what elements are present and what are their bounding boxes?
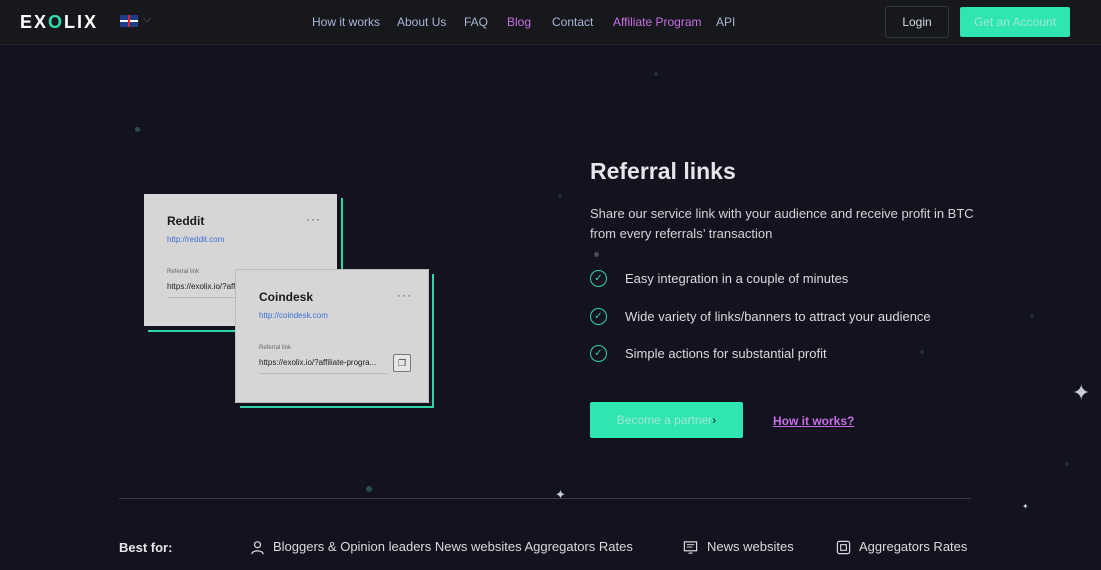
decor-dot xyxy=(594,252,599,257)
divider xyxy=(259,373,387,374)
header: EXOLIX ⌵ How it works About Us FAQ Blog … xyxy=(0,0,1101,45)
get-account-button[interactable]: Get an Account xyxy=(960,7,1070,37)
decor-dot xyxy=(654,72,658,76)
uk-flag-icon[interactable] xyxy=(120,15,138,27)
nav-api[interactable]: API xyxy=(716,15,735,29)
description: Share our service link with your audienc… xyxy=(590,206,974,241)
section-divider xyxy=(119,498,971,499)
how-it-works-link[interactable]: How it works? xyxy=(773,414,854,428)
referral-link: https://exolix.io/?affiliate-progra... xyxy=(259,358,377,367)
nav-affiliate-program[interactable]: Affiliate Program xyxy=(613,15,701,29)
card-url[interactable]: http://coindesk.com xyxy=(259,311,328,320)
chevron-right-icon: › xyxy=(712,413,717,427)
decor-dot xyxy=(1065,462,1069,466)
decor-dot xyxy=(366,486,372,492)
more-icon[interactable]: ··· xyxy=(306,212,321,226)
best-for-item[interactable]: Aggregators Rates xyxy=(859,539,967,554)
best-for-item[interactable]: Bloggers & Opinion leaders News websites… xyxy=(273,539,633,554)
card-title: Coindesk xyxy=(259,290,314,304)
feature-text: Easy integration in a couple of minutes xyxy=(625,271,849,286)
nav-about-us[interactable]: About Us xyxy=(397,15,446,29)
referral-card-coindesk: Coindesk ··· http://coindesk.com Referra… xyxy=(236,270,428,402)
aggregator-icon xyxy=(836,540,851,555)
check-circle-icon: ✓ xyxy=(590,308,607,325)
logo[interactable]: EXOLIX xyxy=(20,12,98,33)
referral-label: Referral link xyxy=(167,269,200,275)
check-circle-icon: ✓ xyxy=(590,270,607,287)
feature-text: Wide variety of links/banners to attract… xyxy=(625,309,931,324)
decor-dot xyxy=(920,350,924,354)
more-icon[interactable]: ··· xyxy=(397,288,412,302)
referral-link: https://exolix.io/?affiliate-progra... xyxy=(167,282,235,291)
nav-how-it-works[interactable]: How it works xyxy=(312,15,380,29)
decor-dot xyxy=(135,127,140,132)
page-title: Referral links xyxy=(590,158,736,184)
feature-text: Simple actions for substantial profit xyxy=(625,346,827,361)
decor-star-icon: ✦ xyxy=(555,487,566,502)
nav-faq[interactable]: FAQ xyxy=(464,15,488,29)
copy-icon[interactable]: ❐ xyxy=(393,354,411,372)
person-icon xyxy=(251,541,264,555)
become-partner-button[interactable]: Become a partner› xyxy=(590,402,743,438)
nav-blog[interactable]: Blog xyxy=(507,15,531,29)
best-for-item[interactable]: News websites xyxy=(707,539,794,554)
best-for-label: Best for: xyxy=(119,540,173,555)
decor-dot xyxy=(1030,314,1034,318)
monitor-icon xyxy=(683,541,698,554)
login-button[interactable]: Login xyxy=(885,6,949,38)
nav-contact[interactable]: Contact xyxy=(552,15,593,29)
chevron-down-icon[interactable]: ⌵ xyxy=(143,13,151,26)
referral-label: Referral link xyxy=(259,345,292,351)
card-url[interactable]: http://reddit.com xyxy=(167,235,224,244)
become-partner-label: Become a partner xyxy=(616,413,713,427)
decor-dot xyxy=(558,194,562,198)
decor-star-icon: ✦ xyxy=(1022,502,1029,511)
decor-star-icon: ✦ xyxy=(1072,380,1091,405)
card-title: Reddit xyxy=(167,214,205,228)
check-circle-icon: ✓ xyxy=(590,345,607,362)
